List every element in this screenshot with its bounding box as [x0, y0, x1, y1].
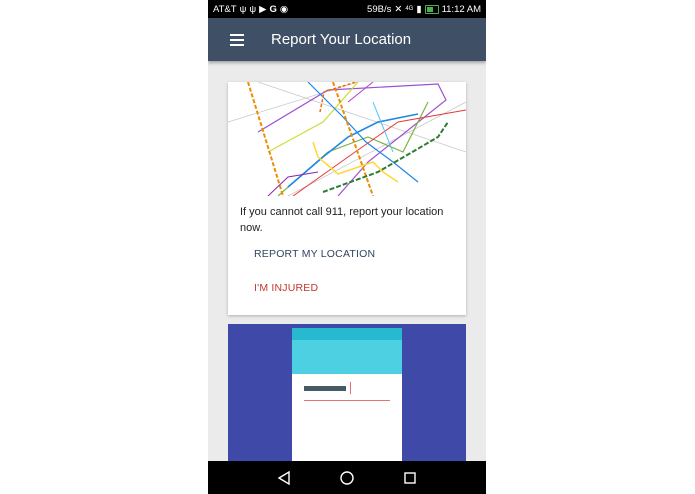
google-icon: G: [269, 3, 277, 15]
navigation-bar: [208, 461, 486, 494]
hamburger-icon-bar: [230, 38, 244, 41]
data-speed: 59B/s: [367, 3, 392, 15]
status-left: AT&T ψ ψ ▶ G ◉: [213, 4, 288, 15]
mock-underline: [304, 400, 390, 401]
hamburger-icon: [230, 33, 244, 36]
clock: 11:12 AM: [441, 3, 481, 15]
app-notification-icon: ◉: [279, 3, 289, 15]
play-store-icon: ▶: [259, 3, 267, 15]
carrier-label: AT&T: [213, 3, 237, 15]
status-right: 59B/s ✕ 4G ▮ 11:12 AM: [367, 4, 481, 15]
im-injured-button[interactable]: I'M INJURED: [254, 282, 318, 294]
hamburger-icon-bar: [230, 43, 244, 46]
phone-screen: AT&T ψ ψ ▶ G ◉ 59B/s ✕ 4G ▮ 11:12 AM Rep…: [208, 0, 486, 494]
app-bar: Report Your Location: [208, 18, 486, 61]
home-circle-icon: [340, 470, 354, 485]
mock-status-strip: [292, 328, 402, 340]
battery-icon: [424, 4, 439, 14]
report-my-location-button[interactable]: REPORT MY LOCATION: [254, 248, 375, 260]
home-button[interactable]: [338, 469, 356, 487]
network-type: 4G: [405, 6, 414, 12]
page-title: Report Your Location: [271, 31, 412, 48]
second-card-illustration: [228, 324, 466, 474]
back-button[interactable]: [275, 469, 293, 487]
mock-text-bar: [304, 386, 346, 391]
back-triangle-icon: [277, 470, 290, 485]
signal-icon: ▮: [416, 3, 422, 15]
card-message: If you cannot call 911, report your loca…: [240, 206, 444, 234]
status-bar: AT&T ψ ψ ▶ G ◉ 59B/s ✕ 4G ▮ 11:12 AM: [208, 0, 486, 18]
mock-phone-illustration: [292, 328, 402, 474]
usb-icon: ψ: [239, 3, 247, 15]
report-location-card: If you cannot call 911, report your loca…: [228, 82, 466, 315]
mock-caret: [350, 382, 351, 394]
menu-button[interactable]: [222, 22, 258, 58]
recents-square-icon: [404, 471, 417, 484]
usb-icon-2: ψ: [249, 3, 257, 15]
recents-button[interactable]: [401, 469, 419, 487]
mute-icon: ✕: [394, 3, 403, 15]
transit-map-illustration: [228, 82, 466, 196]
mock-header: [292, 340, 402, 374]
